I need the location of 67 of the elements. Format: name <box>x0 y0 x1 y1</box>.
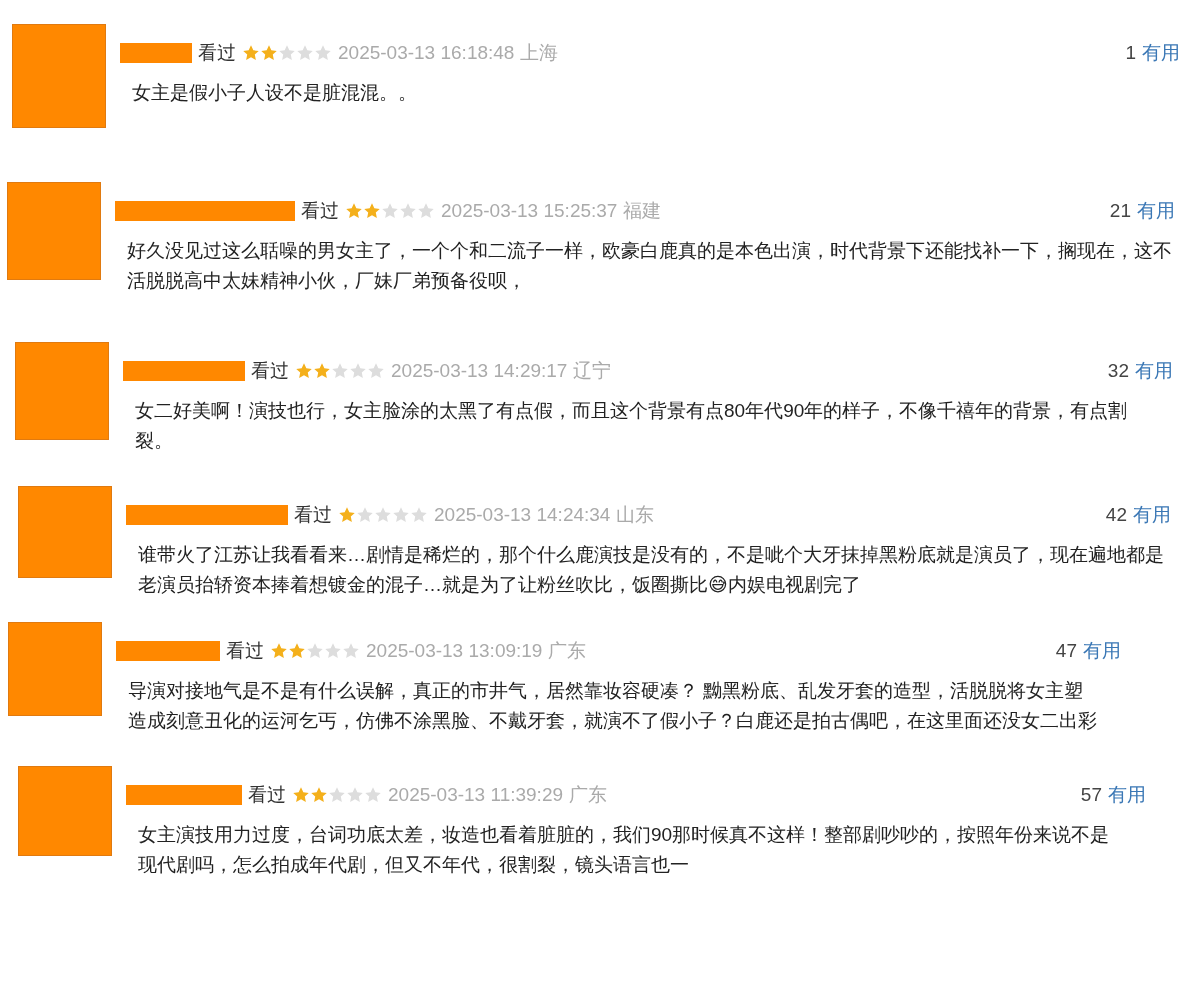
star-icon <box>288 642 306 660</box>
review-location: 福建 <box>623 199 662 223</box>
vote-count: 1 <box>1125 42 1136 64</box>
star-icon <box>292 786 310 804</box>
useful-link[interactable]: 有用 <box>1137 198 1175 224</box>
star-icon <box>314 44 332 62</box>
vote-count: 42 <box>1105 504 1127 526</box>
review-time: 2025-03-13 14:29:17 <box>391 360 568 382</box>
star-icon <box>381 202 399 220</box>
star-icon <box>328 786 346 804</box>
star-icon <box>363 202 381 220</box>
useful-link[interactable]: 有用 <box>1142 40 1180 66</box>
review-location: 山东 <box>616 503 655 527</box>
review-text: 导演对接地气是不是有什么误解，真正的市井气，居然靠妆容硬凑？ 黝黑粉底、乱发牙套的造型，活脱脱将女主塑造成刻意丑化的运河乞丐，仿佛不涂黑脸、不戴牙套，就演不了假小子？白鹿还是拍古偶吧，在这里面还没女二出彩 <box>128 679 1098 733</box>
star-icon <box>310 786 328 804</box>
star-icon <box>346 786 364 804</box>
review-location: 辽宁 <box>573 359 612 383</box>
useful-link[interactable]: 有用 <box>1083 638 1121 664</box>
vote-count: 47 <box>1055 640 1077 662</box>
vote-count: 57 <box>1080 784 1102 806</box>
review-text: 女主是假小子人设不是脏混混。。 <box>132 81 418 105</box>
star-icon <box>296 44 314 62</box>
star-icon <box>313 362 331 380</box>
star-icon <box>324 642 342 660</box>
review-time: 2025-03-13 15:25:37 <box>441 200 618 222</box>
star-icon <box>364 786 382 804</box>
review-text: 女二好美啊！演技也行，女主脸涂的太黑了有点假，而且这个背景有点80年代90年的样子，不像千禧年的背景，有点割裂。 <box>135 399 1129 453</box>
star-icon <box>306 642 324 660</box>
star-icon <box>342 642 360 660</box>
review-text: 好久没见过这么聒噪的男女主了，一个个和二流子一样，欧豪白鹿真的是本色出演，时代背景下还能找补一下，搁现在，这不活脱脱高中太妹精神小伙，厂妹厂弟预备役呗， <box>127 239 1173 293</box>
star-icon <box>260 44 278 62</box>
star-icon <box>392 506 410 524</box>
watch-status: 看过 <box>251 359 289 383</box>
star-icon <box>367 362 385 380</box>
star-icon <box>242 44 260 62</box>
star-icon <box>278 44 296 62</box>
star-icon <box>331 362 349 380</box>
star-icon <box>410 506 428 524</box>
star-icon <box>417 202 435 220</box>
review-location: 广东 <box>569 783 608 807</box>
star-icon <box>356 506 374 524</box>
redaction-mark <box>120 43 192 63</box>
star-icon <box>270 642 288 660</box>
review-time: 2025-03-13 13:09:19 <box>366 640 543 662</box>
watch-status: 看过 <box>294 503 332 527</box>
review-time: 2025-03-13 16:18:48 <box>338 42 515 64</box>
useful-link[interactable]: 有用 <box>1108 782 1146 808</box>
useful-link[interactable]: 有用 <box>1133 502 1171 528</box>
review-text: 谁带火了江苏让我看看来…剧情是稀烂的，那个什么鹿演技是没有的，不是呲个大牙抹掉黑粉底就是演员了，现在遍地都是老演员抬轿资本捧着想镀金的混子…就是为了让粉丝吹比，饭圈撕比😅内娱电视剧完了 <box>138 543 1165 597</box>
watch-status: 看过 <box>248 783 286 807</box>
review-location: 上海 <box>520 41 559 65</box>
vote-count: 32 <box>1107 360 1129 382</box>
review-time: 2025-03-13 11:39:29 <box>388 784 564 806</box>
watch-status: 看过 <box>198 41 236 65</box>
review-text: 女主演技用力过度，台词功底太差，妆造也看着脏脏的，我们90那时候真不这样！整部剧吵吵的，按照年份来说不是现代剧吗，怎么拍成年代剧，但又不年代，很割裂，镜头语言也一 <box>138 823 1111 877</box>
star-icon <box>345 202 363 220</box>
star-icon <box>399 202 417 220</box>
star-icon <box>338 506 356 524</box>
review-location: 广东 <box>548 639 587 663</box>
star-icon <box>349 362 367 380</box>
vote-count: 21 <box>1109 200 1131 222</box>
review-time: 2025-03-13 14:24:34 <box>434 504 611 526</box>
watch-status: 看过 <box>226 639 264 663</box>
star-icon <box>295 362 313 380</box>
star-icon <box>374 506 392 524</box>
watch-status: 看过 <box>301 199 339 223</box>
useful-link[interactable]: 有用 <box>1135 358 1173 384</box>
